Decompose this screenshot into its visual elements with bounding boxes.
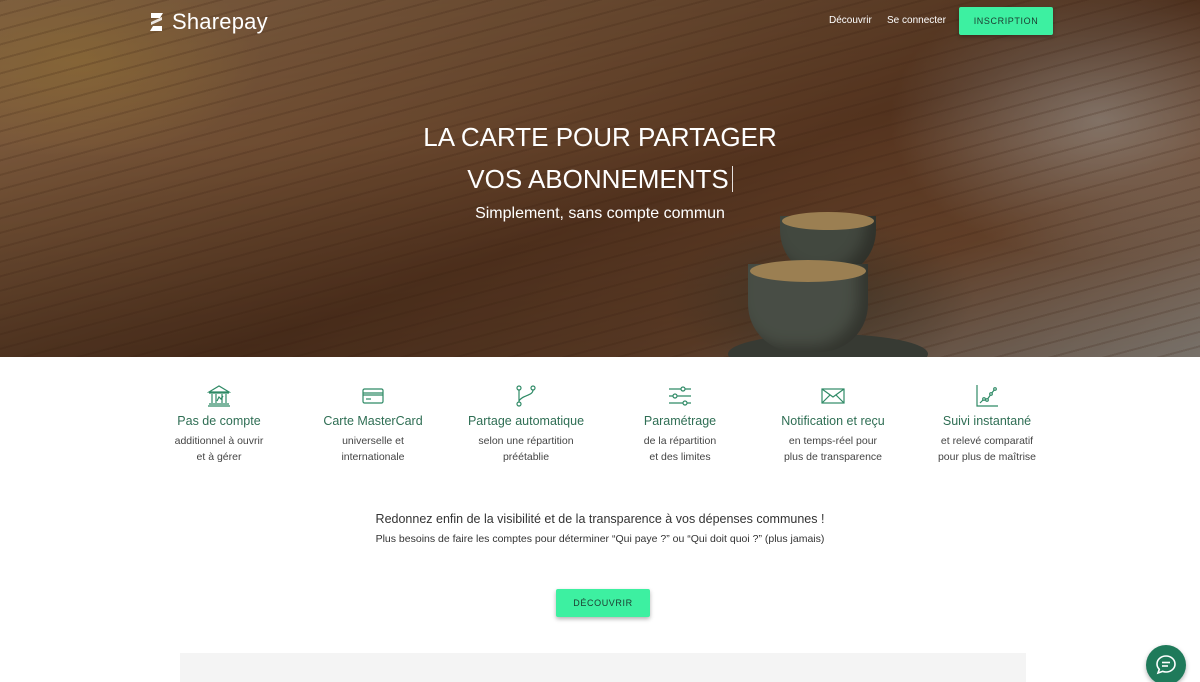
hero-title: LA CARTE POUR PARTAGER VOS ABONNEMENTS [0, 116, 1200, 200]
feature-title: Notification et reçu [781, 414, 885, 428]
feature-title: Partage automatique [467, 414, 585, 428]
chat-button[interactable] [1146, 645, 1186, 682]
feature-item: Partage automatique selon une répartitio… [446, 384, 606, 465]
hero-subtitle: Simplement, sans compte commun [475, 205, 725, 222]
feature-desc-line: et relevé comparatif [940, 435, 1034, 447]
feature-desc-line: en temps-réel pour [788, 435, 878, 447]
feature-desc-line: et à gérer [196, 451, 242, 463]
feature-desc-line: additionnel à ouvrir [174, 435, 264, 447]
signup-button[interactable]: INSCRIPTION [959, 7, 1053, 35]
feature-title: Carte MasterCard [323, 414, 423, 428]
feature-desc-line: pour plus de maîtrise [937, 451, 1037, 463]
feature-description: selon une répartition préétablie [446, 433, 606, 465]
nav-login-link[interactable]: Se connecter [887, 15, 946, 26]
next-section-panel [180, 653, 1026, 682]
feature-item: Paramétrage de la répartition et des lim… [600, 384, 760, 465]
nav-discover-link[interactable]: Découvrir [829, 15, 872, 26]
feature-title: Suivi instantané [942, 414, 1032, 428]
sub-tagline: Plus besoins de faire les comptes pour d… [375, 533, 825, 545]
feature-description: universelle et internationale [293, 433, 453, 465]
feature-item: Carte MasterCard universelle et internat… [293, 384, 453, 465]
discover-button[interactable]: DÉCOUVRIR [556, 589, 650, 617]
credit-card-icon [362, 388, 384, 404]
sliders-icon [669, 386, 691, 406]
hero-title-line2: VOS ABONNEMENTS [467, 164, 729, 194]
brand-logo[interactable]: Sharepay [148, 9, 268, 35]
hero-banner: Sharepay Découvrir Se connecter INSCRIPT… [0, 0, 1200, 357]
feature-desc-line: selon une répartition [478, 435, 574, 447]
feature-item: Suivi instantané et relevé comparatif po… [907, 384, 1067, 465]
tagline: Redonnez enfin de la visibilité et de la… [375, 512, 825, 526]
feature-desc-line: et des limites [649, 451, 711, 463]
text-cursor [731, 166, 733, 192]
feature-item: Notification et reçu en temps-réel pour … [753, 384, 913, 465]
feature-item: Pas de compte additionnel à ouvrir et à … [139, 384, 299, 465]
feature-desc-line: plus de transparence [783, 451, 883, 463]
feature-desc-line: universelle et [342, 435, 404, 447]
feature-description: et relevé comparatif pour plus de maîtri… [907, 433, 1067, 465]
brand-name: Sharepay [172, 9, 268, 34]
hero-title-line1: LA CARTE POUR PARTAGER [423, 122, 777, 152]
feature-desc-line: internationale [341, 451, 405, 463]
feature-desc-line: préétablie [502, 451, 550, 463]
bank-icon [207, 385, 231, 407]
feature-desc-line: de la répartition [643, 435, 717, 447]
sharepay-logo-icon [150, 13, 163, 31]
envelope-icon [821, 388, 845, 404]
chat-icon [1156, 655, 1176, 675]
feature-description: additionnel à ouvrir et à gérer [139, 433, 299, 465]
feature-title: Pas de compte [177, 414, 261, 428]
feature-description: en temps-réel pour plus de transparence [753, 433, 913, 465]
feature-description: de la répartition et des limites [600, 433, 760, 465]
line-chart-icon [976, 385, 998, 407]
feature-title: Paramétrage [643, 414, 717, 428]
split-icon [516, 385, 536, 407]
